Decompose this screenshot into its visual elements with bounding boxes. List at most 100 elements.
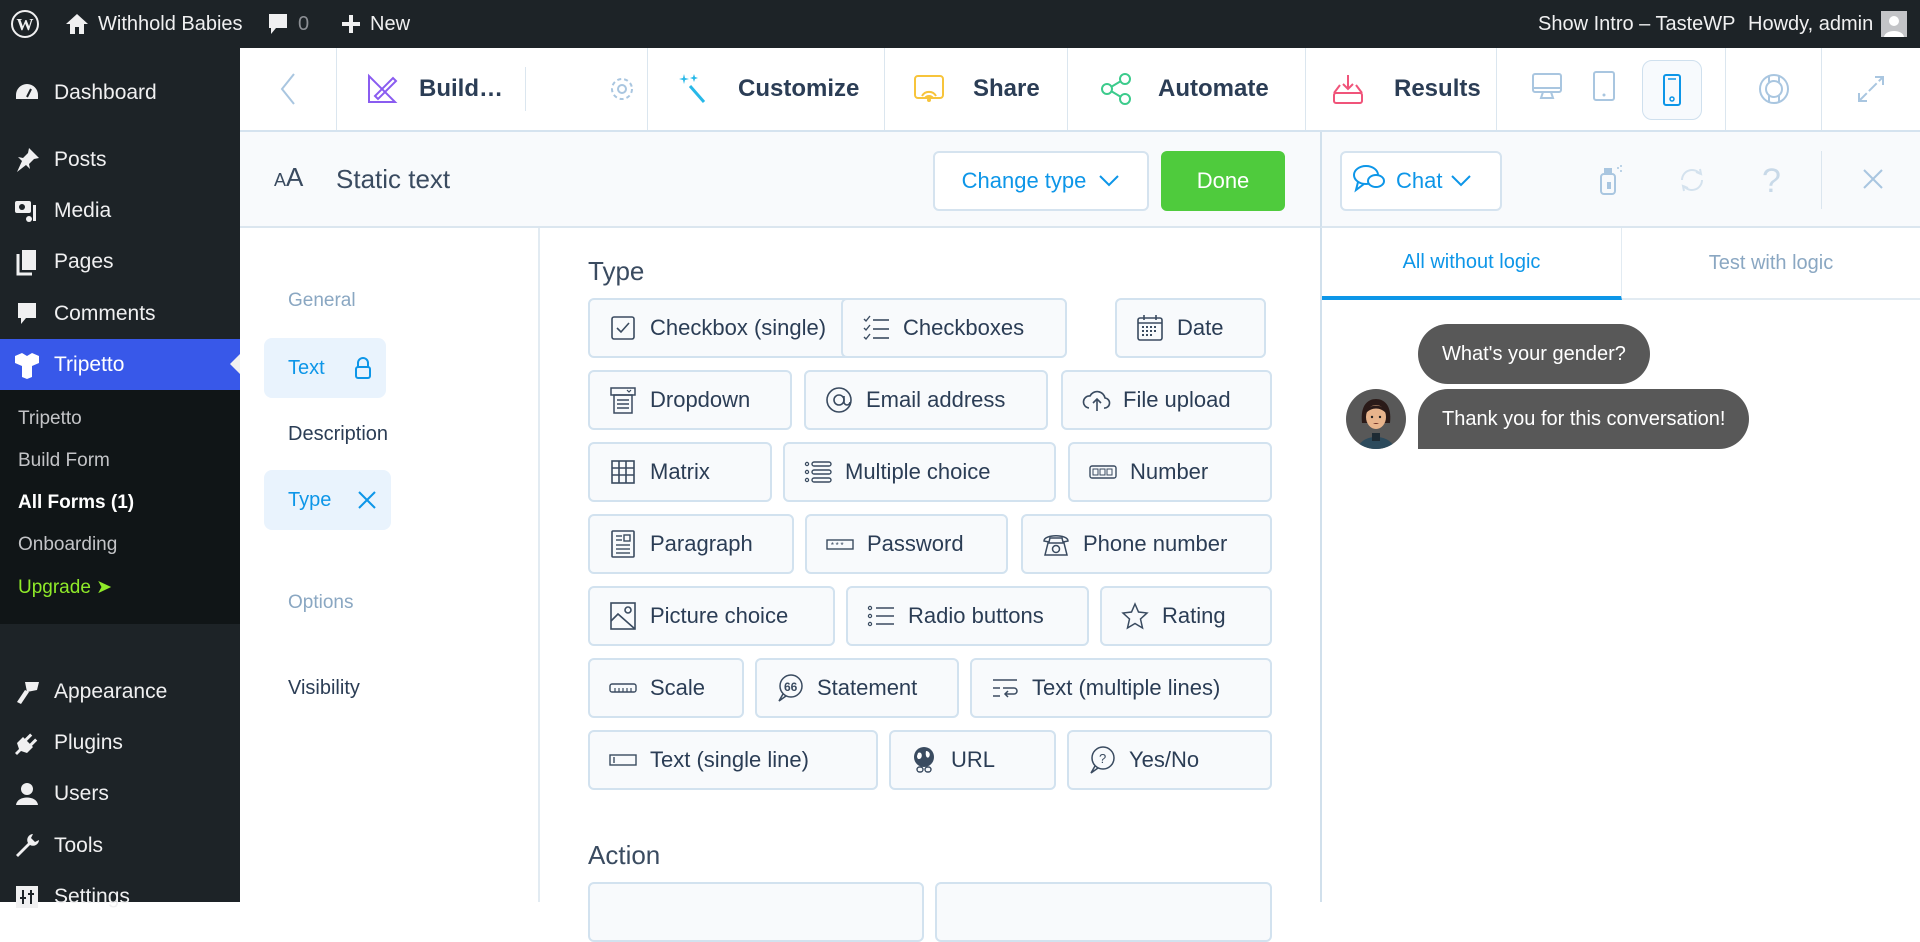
pages-icon xyxy=(0,248,54,276)
sidebar-item-dashboard[interactable]: Dashboard xyxy=(0,68,240,118)
options-section-title: Options xyxy=(288,592,354,613)
share-nodes-icon xyxy=(1100,72,1132,106)
type-option-phone-number[interactable]: Phone number xyxy=(1021,514,1272,574)
change-type-button[interactable]: Change type xyxy=(933,151,1149,211)
nav-item-type-label: Type xyxy=(288,488,332,511)
comments-link[interactable]: 0 xyxy=(266,0,309,48)
customize-tab[interactable]: Customize xyxy=(648,48,885,130)
number-icon xyxy=(1088,457,1118,487)
sidebar-item-tripetto[interactable]: Tripetto xyxy=(0,339,240,391)
action-option-button[interactable] xyxy=(935,882,1272,942)
type-option-date[interactable]: Date xyxy=(1115,298,1266,358)
type-option-scale[interactable]: Scale xyxy=(588,658,744,718)
tab-test-with-logic[interactable]: Test with logic xyxy=(1622,228,1920,300)
type-option-email-address[interactable]: Email address xyxy=(804,370,1048,430)
nav-item-text[interactable]: Text xyxy=(264,338,386,398)
build-tab[interactable]: Build… xyxy=(337,48,648,130)
device-switcher xyxy=(1497,48,1726,130)
refresh-icon[interactable] xyxy=(1678,166,1706,199)
sidebar-item-settings[interactable]: Settings xyxy=(0,872,240,922)
type-option-matrix[interactable]: Matrix xyxy=(588,442,772,502)
tab-all-without-logic[interactable]: All without logic xyxy=(1322,228,1622,300)
phone-icon xyxy=(1662,73,1682,107)
type-option-rating[interactable]: Rating xyxy=(1100,586,1272,646)
automate-label: Automate xyxy=(1158,75,1269,102)
type-option-multiple-choice[interactable]: Multiple choice xyxy=(783,442,1056,502)
nav-item-type[interactable]: Type xyxy=(264,470,391,530)
type-option-label: Dropdown xyxy=(650,387,751,412)
home-icon xyxy=(64,12,90,36)
type-option-checkbox-single[interactable]: Checkbox (single) xyxy=(588,298,871,358)
new-content-button[interactable]: New xyxy=(340,0,410,48)
done-button[interactable]: Done xyxy=(1161,151,1285,211)
help-button[interactable] xyxy=(1726,48,1822,130)
type-option-label: Matrix xyxy=(650,459,710,484)
chat-bubble-closing: Thank you for this conversation! xyxy=(1418,389,1750,449)
type-option-number[interactable]: Number xyxy=(1068,442,1272,502)
dashboard-icon xyxy=(0,81,54,105)
type-option-label: Radio buttons xyxy=(908,603,1044,628)
automate-tab[interactable]: Automate xyxy=(1068,48,1306,130)
chevron-left-icon xyxy=(278,72,298,106)
nav-item-description[interactable]: Description xyxy=(264,404,388,464)
type-option-file-upload[interactable]: File upload xyxy=(1061,370,1272,430)
sidebar-item-plugins[interactable]: Plugins xyxy=(0,718,240,768)
tablet-icon[interactable] xyxy=(1592,70,1616,102)
submenu-build-form[interactable]: Build Form xyxy=(18,450,110,472)
phone-device-button[interactable] xyxy=(1642,60,1702,120)
type-option-yes-no[interactable]: ? Yes/No xyxy=(1067,730,1272,790)
type-option-password[interactable]: *** Password xyxy=(805,514,1008,574)
type-option-text-multiple-lines[interactable]: Text (multiple lines) xyxy=(970,658,1272,718)
at-icon xyxy=(824,385,854,415)
close-icon[interactable] xyxy=(357,490,377,516)
type-option-url[interactable]: URL xyxy=(889,730,1056,790)
sidebar-item-users[interactable]: Users xyxy=(0,769,240,819)
block-editor-header: AA Static text Change type Done xyxy=(240,132,1320,228)
share-tab[interactable]: Share xyxy=(885,48,1068,130)
type-option-statement[interactable]: 66 Statement xyxy=(755,658,959,718)
sidebar-item-posts[interactable]: Posts xyxy=(0,135,240,185)
show-intro-link[interactable]: Show Intro – TasteWP xyxy=(1538,0,1736,48)
action-option-button[interactable] xyxy=(588,882,924,942)
show-intro-label: Show Intro – TasteWP xyxy=(1538,13,1736,35)
globe-link-icon xyxy=(909,745,939,775)
sidebar-item-appearance[interactable]: Appearance xyxy=(0,667,240,717)
site-name-link[interactable]: Withhold Babies xyxy=(64,0,243,48)
chevron-down-icon xyxy=(1450,168,1472,194)
type-option-checkboxes[interactable]: Checkboxes xyxy=(841,298,1067,358)
type-option-radio-buttons[interactable]: Radio buttons xyxy=(846,586,1089,646)
help-question-icon[interactable]: ? xyxy=(1762,162,1781,201)
sidebar-item-comments[interactable]: Comments xyxy=(0,289,240,339)
type-option-picture-choice[interactable]: Picture choice xyxy=(588,586,835,646)
type-option-text-single-line[interactable]: Text (single line) xyxy=(588,730,878,790)
type-option-label: Number xyxy=(1130,459,1209,484)
sidebar-item-pages[interactable]: Pages xyxy=(0,237,240,287)
close-preview-icon[interactable] xyxy=(1862,168,1884,195)
submenu-onboarding[interactable]: Onboarding xyxy=(18,534,117,556)
svg-text:***: *** xyxy=(830,542,844,551)
submenu-all-forms[interactable]: All Forms (1) xyxy=(18,492,134,514)
chat-bubbles-icon xyxy=(1352,163,1388,199)
sidebar-item-tools[interactable]: Tools xyxy=(0,821,240,871)
wp-logo-button[interactable]: W xyxy=(10,0,40,48)
runner-select[interactable]: Chat xyxy=(1340,151,1502,211)
new-label: New xyxy=(370,13,411,35)
nav-item-visibility[interactable]: Visibility xyxy=(264,658,360,718)
pin-icon xyxy=(0,146,54,174)
desktop-icon[interactable] xyxy=(1531,70,1563,102)
type-option-dropdown[interactable]: Dropdown xyxy=(588,370,792,430)
my-account-link[interactable]: Howdy, admin xyxy=(1748,0,1908,48)
results-tab[interactable]: Results xyxy=(1306,48,1497,130)
gear-icon[interactable] xyxy=(608,75,636,103)
submenu-upgrade[interactable]: Upgrade ➤ xyxy=(18,576,112,599)
submenu-tripetto[interactable]: Tripetto xyxy=(18,408,82,430)
divider xyxy=(1821,151,1822,209)
ruler-pencil-icon xyxy=(365,72,399,106)
back-button[interactable] xyxy=(240,48,337,130)
results-label: Results xyxy=(1394,75,1481,102)
multiline-icon xyxy=(990,673,1020,703)
sidebar-item-media[interactable]: Media xyxy=(0,186,240,236)
spray-reset-icon[interactable] xyxy=(1598,164,1624,201)
type-option-paragraph[interactable]: Paragraph xyxy=(588,514,794,574)
fullscreen-button[interactable] xyxy=(1822,48,1920,130)
